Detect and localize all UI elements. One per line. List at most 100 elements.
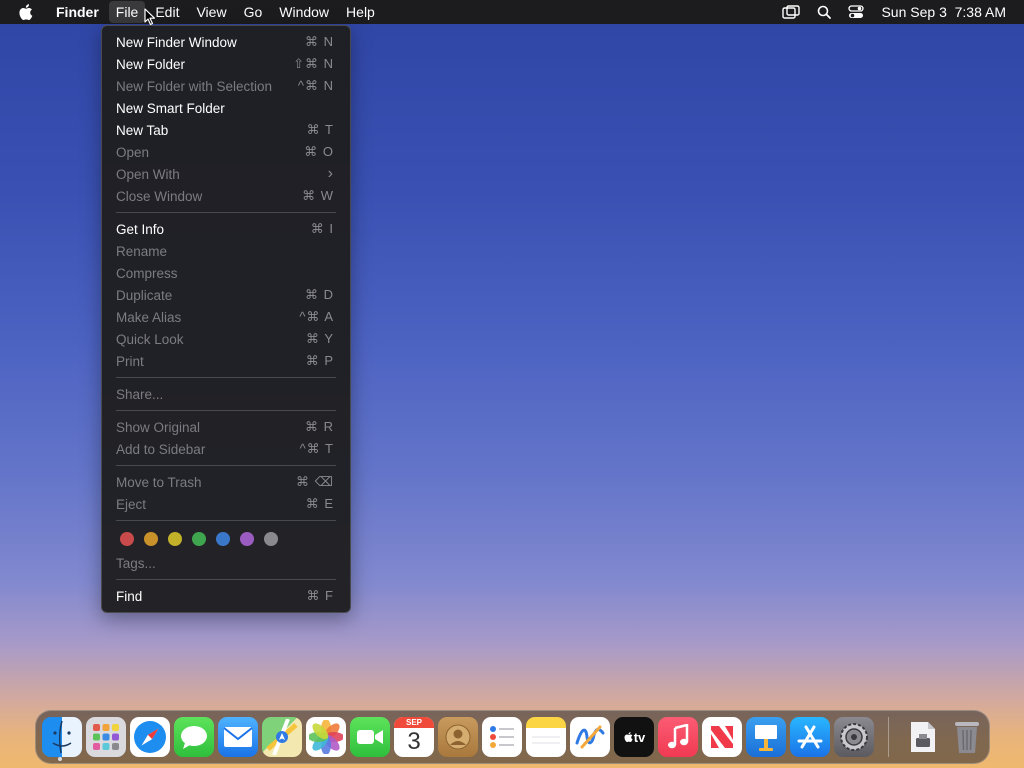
submenu-chevron-icon: ›: [327, 165, 334, 182]
file-menu-dropdown: New Finder Window ⌘ N New Folder ⇧⌘ N New …: [101, 25, 351, 613]
menu-item-open-with[interactable]: Open With ›: [102, 163, 350, 185]
launchpad-icon[interactable]: [86, 717, 126, 757]
menu-separator: [116, 520, 336, 521]
calendar-icon[interactable]: SEP 3: [394, 717, 434, 757]
menu-item-close-window[interactable]: Close Window ⌘ W: [102, 185, 350, 207]
contacts-icon[interactable]: [438, 717, 478, 757]
app-store-icon[interactable]: [790, 717, 830, 757]
menu-extras: Sun Sep 3 7:38 AM: [782, 4, 1006, 20]
menu-item-label: New Folder: [116, 56, 186, 72]
menu-item-open[interactable]: Open ⌘ O: [102, 141, 350, 163]
system-settings-icon[interactable]: [834, 717, 874, 757]
notes-icon[interactable]: [526, 717, 566, 757]
tag-color-dot-0[interactable]: [120, 532, 134, 546]
menu-item-label: Find: [116, 588, 143, 604]
screen-mirroring-icon[interactable]: [782, 5, 801, 19]
menu-window[interactable]: Window: [272, 1, 336, 23]
apple-tv-icon[interactable]: tv: [614, 717, 654, 757]
menu-item-label: Make Alias: [116, 309, 182, 325]
menu-item-shortcut: ^⌘ T: [299, 441, 334, 456]
tag-color-dot-2[interactable]: [168, 532, 182, 546]
menu-item-label: Move to Trash: [116, 474, 202, 490]
menu-item-compress[interactable]: Compress: [102, 262, 350, 284]
calendar-month: SEP: [394, 717, 434, 728]
menu-item-get-info[interactable]: Get Info ⌘ I: [102, 218, 350, 240]
menu-item-label: Share...: [116, 386, 164, 402]
menu-item-label: New Folder with Selection: [116, 78, 273, 94]
news-icon[interactable]: [702, 717, 742, 757]
menu-item-label: Quick Look: [116, 331, 184, 347]
menu-item-label: Close Window: [116, 188, 203, 204]
menu-item-new-tab[interactable]: New Tab ⌘ T: [102, 119, 350, 141]
menu-help[interactable]: Help: [339, 1, 382, 23]
menu-item-tags[interactable]: Tags...: [102, 552, 350, 574]
menu-item-label: Eject: [116, 496, 147, 512]
menu-item-label: Open: [116, 144, 150, 160]
tv-label: tv: [633, 729, 646, 745]
menu-item-shortcut: ⌘ ⌫: [296, 474, 334, 489]
menu-item-shortcut: ^⌘ N: [297, 78, 334, 93]
safari-icon[interactable]: [130, 717, 170, 757]
menu-item-duplicate[interactable]: Duplicate ⌘ D: [102, 284, 350, 306]
music-icon[interactable]: [658, 717, 698, 757]
freeform-icon[interactable]: [570, 717, 610, 757]
keynote-icon[interactable]: [746, 717, 786, 757]
menu-item-label: Show Original: [116, 419, 201, 435]
menu-item-shortcut: ⌘ P: [305, 353, 334, 368]
menu-item-rename[interactable]: Rename: [102, 240, 350, 262]
photos-icon[interactable]: [306, 717, 346, 757]
maps-icon[interactable]: [262, 717, 302, 757]
menu-item-label: New Finder Window: [116, 34, 237, 50]
tag-color-dot-3[interactable]: [192, 532, 206, 546]
menu-item-print[interactable]: Print ⌘ P: [102, 350, 350, 372]
menu-item-make-alias[interactable]: Make Alias ^⌘ A: [102, 306, 350, 328]
reminders-icon[interactable]: [482, 717, 522, 757]
facetime-icon[interactable]: [350, 717, 390, 757]
calendar-day: 3: [407, 728, 421, 755]
control-center-icon[interactable]: [848, 5, 865, 19]
menu-item-show-original[interactable]: Show Original ⌘ R: [102, 416, 350, 438]
menu-item-label: Rename: [116, 243, 168, 259]
menu-file[interactable]: File: [108, 1, 146, 23]
menu-item-share[interactable]: Share...: [102, 383, 350, 405]
menu-item-eject[interactable]: Eject ⌘ E: [102, 493, 350, 515]
menu-item-new-finder-window[interactable]: New Finder Window ⌘ N: [102, 31, 350, 53]
menu-separator: [116, 212, 336, 213]
menu-item-label: Open With: [116, 166, 180, 182]
finder-icon[interactable]: [42, 717, 82, 757]
menu-item-shortcut: ⇧⌘ N: [293, 56, 334, 71]
trash-icon[interactable]: [947, 717, 987, 757]
menu-item-label: Add to Sidebar: [116, 441, 206, 457]
menu-go[interactable]: Go: [237, 1, 270, 23]
menu-separator: [116, 410, 336, 411]
tag-color-dot-4[interactable]: [216, 532, 230, 546]
menu-item-move-to-trash[interactable]: Move to Trash ⌘ ⌫: [102, 471, 350, 493]
menu-item-shortcut: ⌘ D: [305, 287, 334, 302]
menu-item-shortcut: ⌘ N: [305, 34, 334, 49]
tag-color-dot-5[interactable]: [240, 532, 254, 546]
menu-item-new-folder-with-selection[interactable]: New Folder with Selection ^⌘ N: [102, 75, 350, 97]
menu-item-shortcut: ⌘ I: [310, 221, 334, 236]
menu-view[interactable]: View: [189, 1, 233, 23]
menu-item-shortcut: ⌘ E: [305, 496, 334, 511]
tag-color-dot-6[interactable]: [264, 532, 278, 546]
menu-item-label: Print: [116, 353, 144, 369]
menu-app-name[interactable]: Finder: [49, 1, 106, 23]
menu-item-shortcut: ⌘ T: [306, 122, 334, 137]
messages-icon[interactable]: [174, 717, 214, 757]
spotlight-search-icon[interactable]: [817, 5, 832, 19]
apple-menu-icon[interactable]: [17, 3, 37, 21]
menu-item-shortcut: ⌘ Y: [305, 331, 334, 346]
menu-item-add-to-sidebar[interactable]: Add to Sidebar ^⌘ T: [102, 438, 350, 460]
mail-icon[interactable]: [218, 717, 258, 757]
menubar-clock[interactable]: Sun Sep 3 7:38 AM: [881, 4, 1006, 20]
downloads-icon[interactable]: [903, 717, 943, 757]
tag-color-dot-1[interactable]: [144, 532, 158, 546]
menu-item-find[interactable]: Find ⌘ F: [102, 585, 350, 607]
menu-item-label: New Tab: [116, 122, 169, 138]
menu-item-new-folder[interactable]: New Folder ⇧⌘ N: [102, 53, 350, 75]
menu-item-shortcut: ^⌘ A: [299, 309, 334, 324]
menu-item-quick-look[interactable]: Quick Look ⌘ Y: [102, 328, 350, 350]
dock: SEP 3 tv: [35, 710, 990, 764]
menu-item-new-smart-folder[interactable]: New Smart Folder: [102, 97, 350, 119]
